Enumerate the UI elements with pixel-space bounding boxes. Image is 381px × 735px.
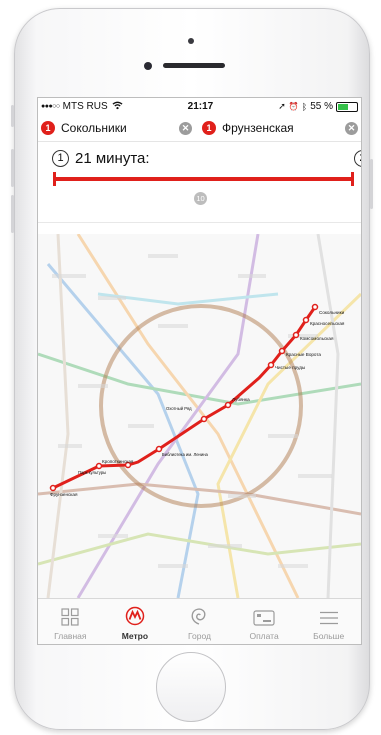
- front-camera: [144, 62, 152, 70]
- tab-label-metro: Метро: [121, 631, 149, 641]
- tab-label-home: Главная: [54, 631, 87, 641]
- tab-label-payment: Оплата: [249, 631, 279, 641]
- map-label: Красносельская: [310, 321, 345, 326]
- map-label: Сокольники: [319, 310, 345, 315]
- route-summary[interactable]: 1 21 минута: 2 10: [38, 142, 361, 223]
- tab-metro[interactable]: Метро: [103, 599, 168, 644]
- clock: 21:17: [187, 101, 214, 112]
- station-dot[interactable]: [292, 331, 300, 339]
- earpiece-speaker: [163, 63, 225, 68]
- line-1-badge: 1: [202, 121, 216, 135]
- station-dot[interactable]: [267, 361, 275, 369]
- map-label: Фрунзенская: [50, 492, 78, 497]
- to-station-name: Фрунзенская: [222, 121, 294, 135]
- signal-icon: ●●●○○: [41, 103, 60, 110]
- app-screen: ●●●○○ MTS RUS 21:17 ➚ ⏰ ᛒ 55 % 1 Сокольн…: [37, 97, 362, 645]
- proximity-sensor: [188, 38, 194, 44]
- tab-label-more: Больше: [313, 631, 345, 641]
- card-icon: [253, 610, 275, 628]
- mute-switch: [11, 105, 14, 127]
- carrier-label: MTS RUS: [62, 101, 108, 112]
- route-end-tick: [351, 172, 354, 186]
- tab-payment[interactable]: Оплата: [232, 599, 297, 644]
- tab-more[interactable]: Больше: [296, 599, 361, 644]
- grid-icon: [61, 608, 79, 628]
- line-1-badge: 1: [41, 121, 55, 135]
- bluetooth-icon: ᛒ: [301, 101, 308, 112]
- map-label: Красные Ворота: [286, 352, 321, 357]
- power-button: [370, 159, 373, 209]
- battery-icon: [336, 101, 358, 112]
- home-button[interactable]: [156, 652, 226, 722]
- map-label: Библиотека им. Ленина: [162, 452, 209, 457]
- map-label: Охотный Ряд: [166, 406, 192, 411]
- alarm-icon: ⏰: [288, 102, 299, 111]
- next-route-option[interactable]: 2: [354, 150, 361, 167]
- station-dot[interactable]: [278, 347, 286, 355]
- station-dot[interactable]: [155, 445, 163, 453]
- station-dot[interactable]: [302, 316, 310, 324]
- volume-down-button: [11, 195, 14, 233]
- station-dot[interactable]: [311, 303, 319, 311]
- clear-to-icon[interactable]: ✕: [345, 121, 358, 135]
- map-label: Парк культуры: [78, 470, 106, 475]
- map-label: Чистые пруды: [275, 365, 305, 370]
- location-arrow-icon: ➚: [278, 101, 286, 111]
- station-dot[interactable]: [49, 484, 57, 492]
- status-bar: ●●●○○ MTS RUS 21:17 ➚ ⏰ ᛒ 55 %: [38, 98, 361, 115]
- menu-icon: [319, 611, 339, 627]
- clear-from-icon[interactable]: ✕: [179, 121, 192, 135]
- map-label: Лубянка: [232, 397, 250, 402]
- metro-logo-icon: [125, 606, 145, 628]
- metro-map[interactable]: Сокольники Красносельская Комсомольская …: [38, 234, 361, 598]
- wifi-icon: [112, 101, 123, 113]
- station-dot[interactable]: [95, 462, 103, 470]
- to-station[interactable]: 1 Фрунзенская ✕: [202, 121, 361, 135]
- from-station[interactable]: 1 Сокольники ✕: [38, 121, 202, 135]
- route-line-bar: [55, 177, 352, 181]
- route-option-number: 1: [52, 150, 69, 167]
- city-spiral-icon: [189, 606, 209, 628]
- route-duration: 21 минута:: [75, 150, 150, 167]
- volume-up-button: [11, 149, 14, 187]
- station-dot[interactable]: [200, 415, 208, 423]
- map-label: Комсомольская: [300, 336, 334, 341]
- battery-percent: 55 %: [310, 101, 333, 112]
- tab-home[interactable]: Главная: [38, 599, 103, 644]
- tab-bar: Главная Метро Город Оплата Больше: [38, 598, 361, 644]
- tab-city[interactable]: Город: [167, 599, 232, 644]
- route-start-tick: [53, 172, 56, 186]
- station-selector: 1 Сокольники ✕ 1 Фрунзенская ✕: [38, 115, 361, 142]
- station-dot[interactable]: [224, 401, 232, 409]
- from-station-name: Сокольники: [61, 121, 127, 135]
- tab-label-city: Город: [187, 631, 211, 641]
- stops-count-badge: 10: [194, 192, 207, 205]
- map-label: Кропоткинская: [102, 459, 134, 464]
